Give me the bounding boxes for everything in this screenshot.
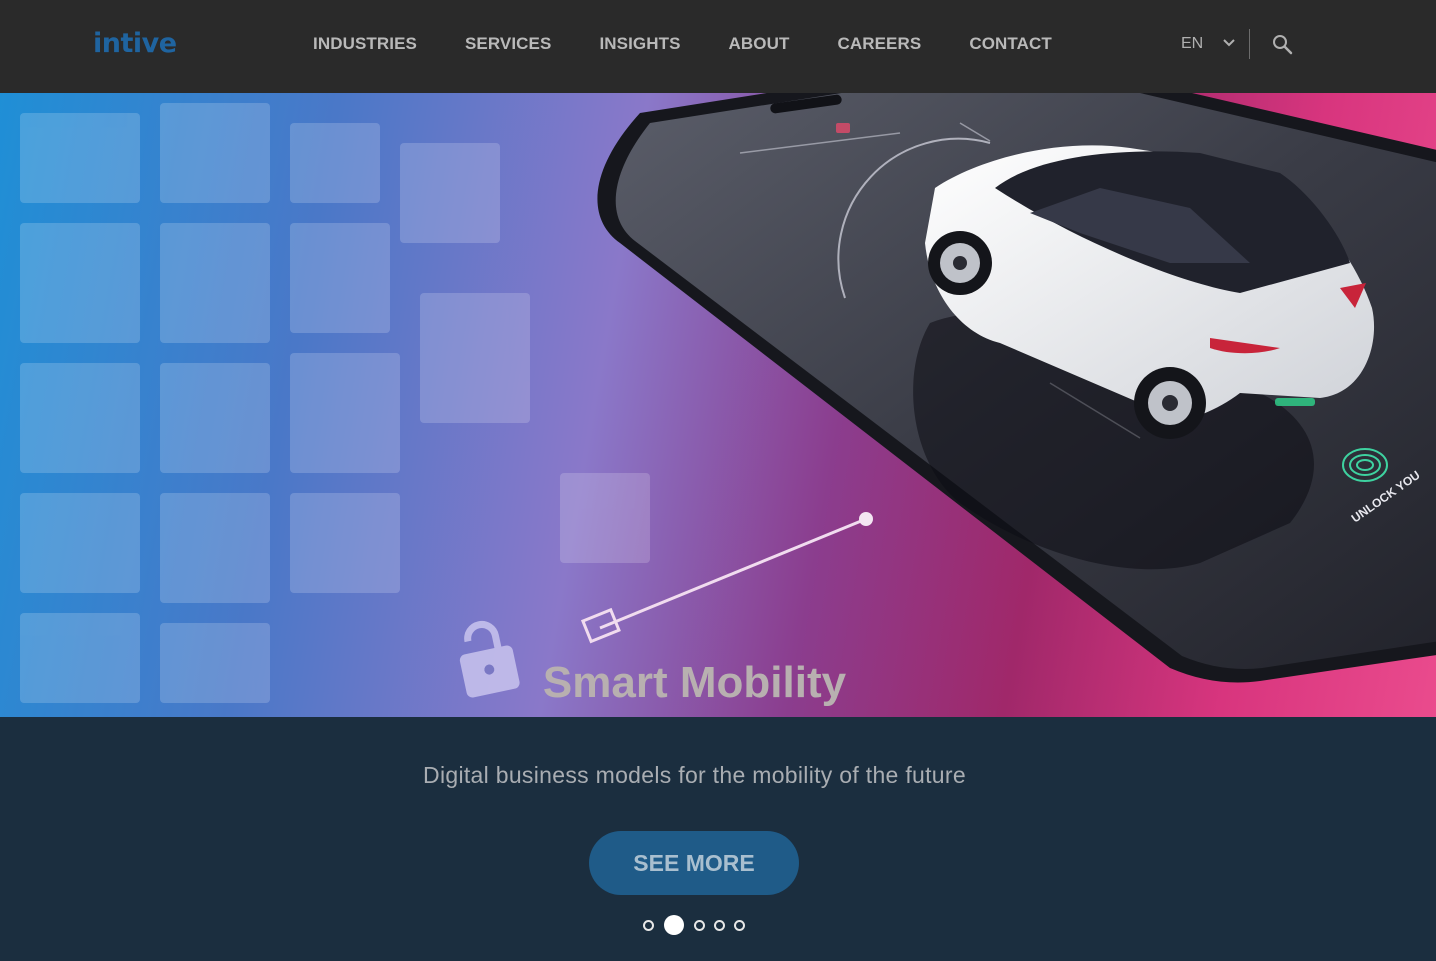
nav-item-industries[interactable]: INDUSTRIES [313, 34, 417, 54]
nav-item-services[interactable]: SERVICES [465, 34, 551, 54]
search-icon[interactable] [1272, 34, 1293, 55]
nav-item-about[interactable]: ABOUT [729, 34, 790, 54]
hero-illustration: UNLOCK YOU [20, 93, 1436, 703]
main-nav: INDUSTRIES SERVICES INSIGHTS ABOUT CAREE… [313, 34, 1100, 54]
carousel-dot-3[interactable] [694, 920, 705, 931]
nav-item-contact[interactable]: CONTACT [969, 34, 1052, 54]
header-divider [1249, 29, 1250, 59]
carousel-dot-5[interactable] [734, 920, 745, 931]
hero-banner: UNLOCK YOU Smart Mobility [0, 93, 1436, 717]
nav-item-insights[interactable]: INSIGHTS [599, 34, 680, 54]
nav-item-careers[interactable]: CAREERS [837, 34, 921, 54]
chevron-down-icon[interactable] [1222, 38, 1236, 48]
hero-subtitle: Digital business models for the mobility… [423, 762, 966, 788]
language-selector[interactable]: EN [1181, 35, 1203, 53]
hero-title: Smart Mobility [542, 658, 847, 707]
carousel-dot-1[interactable] [643, 920, 654, 931]
carousel-dot-2[interactable] [664, 915, 684, 935]
carousel-dot-4[interactable] [714, 920, 725, 931]
site-header: intive INDUSTRIES SERVICES INSIGHTS ABOU… [0, 0, 1436, 93]
see-more-button[interactable]: SEE MORE [589, 831, 799, 895]
logo[interactable]: intive [93, 28, 177, 59]
map-grid [20, 103, 650, 703]
